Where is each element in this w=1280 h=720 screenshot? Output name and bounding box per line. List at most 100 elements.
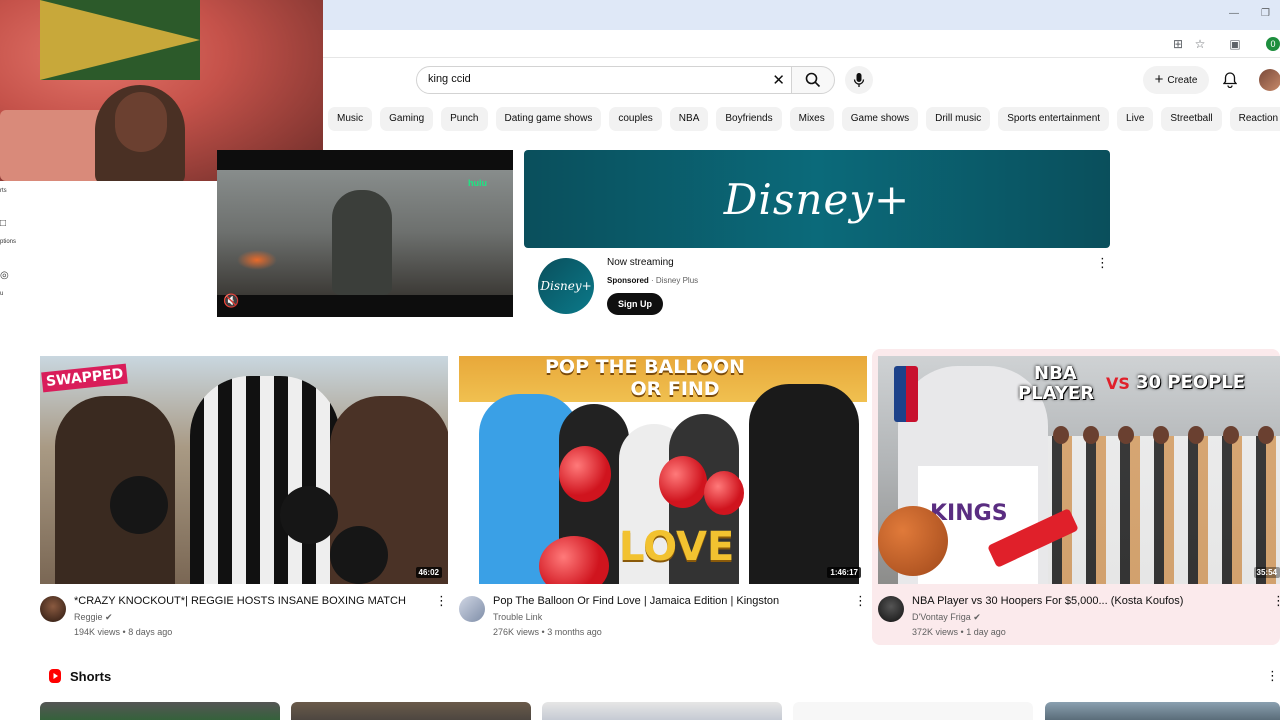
thumb-caption-line: NBA	[1034, 363, 1077, 384]
thumb-caption: POP THE BALLOON OR FIND	[545, 356, 745, 400]
filter-chip[interactable]: Mixes	[789, 107, 834, 131]
filter-chip[interactable]: Streetball	[1161, 107, 1222, 131]
notifications-button[interactable]	[1220, 70, 1240, 90]
verified-icon: ✔	[105, 612, 113, 622]
nba-logo	[894, 366, 918, 422]
mute-icon[interactable]: 🔇	[223, 293, 239, 309]
view-count: 194K views	[74, 627, 121, 637]
thumb-basketball	[878, 506, 948, 576]
channel-name-text[interactable]: Reggie	[74, 612, 103, 622]
filter-chip[interactable]: Gaming	[380, 107, 434, 131]
thumb-glove	[330, 526, 388, 584]
short-thumbnail[interactable]	[1045, 702, 1280, 720]
video-meta: 194K views • 8 days ago	[74, 627, 173, 637]
more-options-icon[interactable]: ⋮	[1272, 593, 1280, 609]
video-title[interactable]: Pop The Balloon Or Find Love | Jamaica E…	[493, 595, 848, 607]
upload-age: 1 day ago	[966, 627, 1006, 637]
search-input[interactable]	[428, 73, 758, 85]
ad-video-figure	[332, 190, 392, 295]
video-thumbnail[interactable]: KINGS NBA PLAYER VS 30 PEOPLE 35:54	[878, 356, 1280, 584]
channel-name-text[interactable]: D'Vontay Friga	[912, 612, 971, 622]
ad-title[interactable]: Now streaming	[607, 257, 674, 268]
you-icon[interactable]: ◎	[0, 270, 9, 281]
filter-chip[interactable]: Dating game shows	[495, 107, 602, 131]
duration-badge: 35:54	[1253, 567, 1280, 578]
shorts-icon	[49, 669, 61, 683]
channel-name[interactable]: Trouble Link	[493, 612, 542, 622]
search-box[interactable]: ✕	[416, 66, 792, 94]
video-title[interactable]: NBA Player vs 30 Hoopers For $5,000... (…	[912, 595, 1267, 607]
thumb-head	[1188, 426, 1204, 444]
streamer-head	[115, 92, 167, 152]
extensions-icon[interactable]: ▣	[1228, 37, 1242, 51]
channel-avatar[interactable]	[459, 596, 485, 622]
upload-age: 8 days ago	[128, 627, 173, 637]
filter-chip[interactable]: Punch	[441, 107, 488, 131]
thumb-head	[1118, 426, 1134, 444]
sponsored-label: Sponsored	[607, 276, 649, 285]
ad-banner[interactable]: Disney+	[524, 150, 1110, 248]
short-thumbnail[interactable]	[40, 702, 280, 720]
more-options-icon[interactable]: ⋮	[854, 593, 867, 609]
thumb-glove	[110, 476, 168, 534]
more-options-icon[interactable]: ⋮	[435, 593, 448, 609]
thumb-head	[1223, 426, 1239, 444]
ad-meta: Sponsored · Disney Plus	[607, 276, 698, 285]
filter-chip[interactable]: Music	[328, 107, 373, 131]
thumb-caption-vs: VS	[1106, 374, 1130, 393]
filter-chip[interactable]: Boyfriends	[716, 107, 782, 131]
channel-avatar[interactable]	[878, 596, 904, 622]
dot-separator: ·	[651, 276, 654, 285]
star-icon[interactable]: ☆	[1193, 37, 1207, 51]
disney-plus-logo: Disney+	[723, 174, 911, 224]
video-thumbnail[interactable]: SWAPPED 46:02	[40, 356, 448, 584]
install-icon[interactable]: ⊞	[1171, 37, 1185, 51]
advertiser-avatar[interactable]: Disney+	[538, 258, 594, 314]
thumb-balloon	[559, 446, 611, 502]
channel-name[interactable]: Reggie ✔	[74, 612, 113, 623]
browser-profile-avatar[interactable]: 0	[1266, 37, 1280, 51]
search-button[interactable]	[791, 66, 835, 94]
short-thumbnail[interactable]	[542, 702, 782, 720]
search-icon	[805, 72, 821, 88]
sign-up-button[interactable]: Sign Up	[607, 293, 663, 315]
thumb-head	[1053, 426, 1069, 444]
sidebar-item-subscriptions-label[interactable]: ptions	[0, 239, 16, 245]
subscriptions-icon[interactable]: □	[0, 218, 6, 229]
channel-name[interactable]: D'Vontay Friga ✔	[912, 612, 981, 623]
filter-chip[interactable]: couples	[609, 107, 662, 131]
short-thumbnail[interactable]	[793, 702, 1033, 720]
voice-search-button[interactable]	[845, 66, 873, 94]
advertiser-name: Disney Plus	[655, 276, 699, 285]
filter-chip[interactable]: Game shows	[841, 107, 919, 131]
view-count: 372K views	[912, 627, 959, 637]
video-thumbnail[interactable]: POP THE BALLOON OR FIND LOVE 1:46:17	[459, 356, 867, 584]
wall-flag	[40, 0, 200, 80]
user-avatar[interactable]	[1259, 69, 1280, 91]
minimize-icon[interactable]: —	[1229, 8, 1239, 19]
thumb-balloon	[659, 456, 707, 508]
channel-avatar[interactable]	[40, 596, 66, 622]
filter-chip[interactable]: Live	[1117, 107, 1154, 131]
ad-video-player[interactable]: hulu 🔇	[217, 150, 513, 317]
bell-icon	[1223, 72, 1237, 88]
duration-badge: 46:02	[415, 567, 442, 578]
video-title[interactable]: *CRAZY KNOCKOUT*| REGGIE HOSTS INSANE BO…	[74, 595, 429, 607]
filter-chip[interactable]: Reaction vic	[1229, 107, 1280, 131]
create-button[interactable]: + Create	[1143, 66, 1209, 94]
thumb-caption: NBA PLAYER	[1018, 364, 1094, 404]
upload-age: 3 months ago	[547, 627, 602, 637]
more-options-icon[interactable]: ⋮	[1096, 255, 1109, 271]
filter-chip[interactable]: NBA	[669, 107, 709, 131]
clear-search-icon[interactable]: ✕	[772, 71, 785, 89]
more-options-icon[interactable]: ⋮	[1266, 668, 1279, 684]
restore-icon[interactable]: ❐	[1261, 8, 1270, 19]
sidebar-item-you-label[interactable]: u	[0, 291, 3, 297]
short-thumbnail[interactable]	[291, 702, 531, 720]
filter-chip[interactable]: Sports entertainment	[998, 107, 1110, 131]
filter-chip[interactable]: Drill music	[926, 107, 991, 131]
sidebar-item-shorts-label[interactable]: rts	[0, 188, 7, 194]
thumb-figure	[190, 376, 340, 584]
verified-icon: ✔	[973, 612, 981, 622]
mic-icon	[853, 73, 865, 87]
